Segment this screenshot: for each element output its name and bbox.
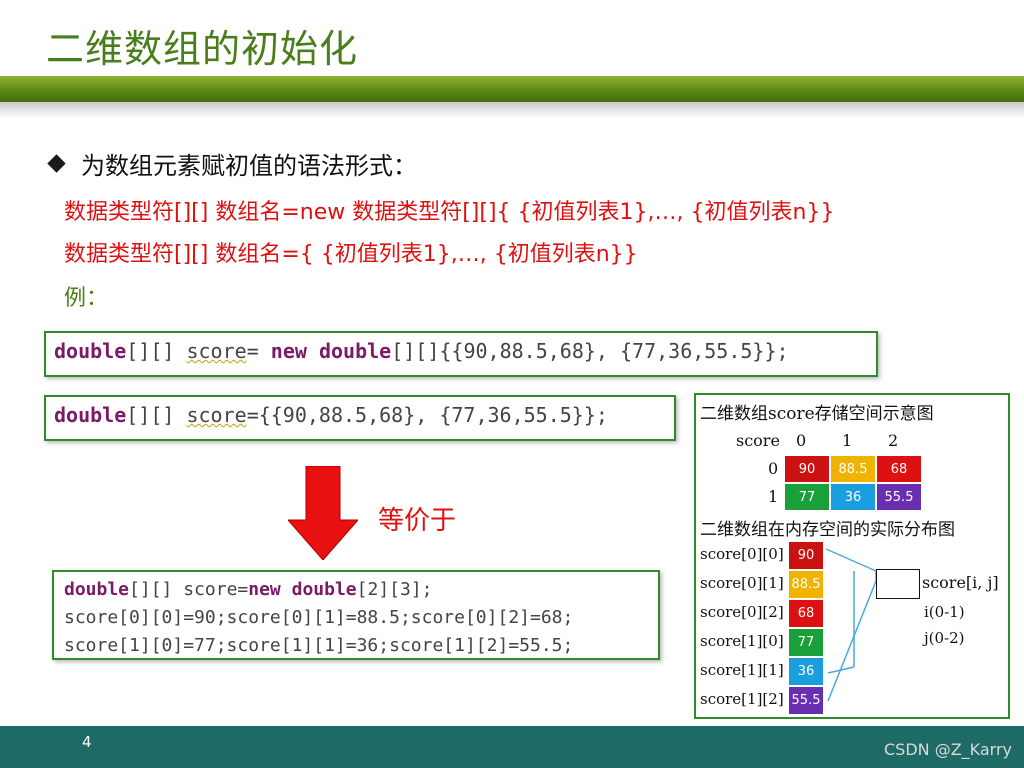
memory-label: score[1][0] (700, 632, 784, 650)
memory-label: score[0][1] (700, 574, 784, 592)
code-text: [][]{{90,88.5,68}, {77,36,55.5}}; (391, 339, 789, 363)
memory-cell: 90 (788, 541, 824, 570)
memory-cell: 55.5 (788, 686, 824, 715)
code-text: [][] (126, 339, 187, 363)
memory-label: score[0][0] (700, 545, 784, 563)
code-block-literal: double[][] score={{90,88.5,68}, {77,36,5… (44, 395, 676, 441)
watermark: CSDN @Z_Karry (884, 740, 1013, 759)
row-header: 1 (768, 487, 779, 506)
code-variable: score (186, 339, 247, 363)
grid-cell: 36 (830, 483, 876, 511)
memory-cell: 36 (788, 657, 824, 686)
code-text: [2][3]; (356, 579, 433, 600)
code-block-assign: double[][] score=new double[2][3]; score[… (52, 570, 660, 660)
example-label: 例： (64, 286, 109, 311)
memory-cell: 77 (788, 628, 824, 657)
code-keyword-double: double (318, 339, 392, 363)
diamond-bullet-icon (47, 154, 66, 173)
col-header: 0 (796, 431, 807, 450)
memory-cell: 68 (788, 599, 824, 628)
row-header: 0 (768, 459, 779, 478)
slide-title: 二维数组的初始化 (46, 27, 359, 71)
code-block-new: double[][] score= new double[][]{{90,88.… (44, 331, 878, 377)
memory-label: score[0][2] (700, 603, 784, 621)
title-band-shadow (0, 102, 1024, 118)
code-keyword-double: double (54, 403, 127, 427)
memory-label: score[1][1] (700, 661, 784, 679)
code-keyword-double: double (64, 579, 130, 600)
code-line-1: double[][] score=new double[2][3]; (64, 576, 658, 604)
legend-label: score[i, j] (922, 573, 999, 592)
grid-cell: 90 (784, 455, 830, 483)
code-variable: score (186, 403, 247, 427)
memory-bracket-lines (825, 548, 877, 702)
code-text: = (246, 339, 271, 363)
grid-corner-label: score (736, 431, 780, 450)
footer-bar (0, 726, 1024, 768)
equivalent-label: 等价于 (378, 506, 457, 536)
page-number: 4 (82, 733, 92, 751)
code-text: [][] (126, 403, 187, 427)
grid-cell: 77 (784, 483, 830, 511)
down-arrow-icon (288, 466, 358, 560)
grid-cell: 55.5 (876, 483, 922, 511)
syntax-line-2: 数据类型符[][] 数组名={ {初值列表1},…, {初值列表n}} (64, 242, 638, 267)
memory-label: score[1][2] (700, 690, 784, 708)
diagram-heading-storage: 二维数组score存储空间示意图 (700, 404, 934, 424)
col-header: 1 (842, 431, 853, 450)
legend-cell (876, 569, 920, 599)
diagram-heading-memory: 二维数组在内存空间的实际分布图 (700, 520, 955, 540)
syntax-line-1: 数据类型符[][] 数组名=new 数据类型符[][]{ {初值列表1},…, … (64, 200, 835, 225)
code-line-2: score[0][0]=90;score[0][1]=88.5;score[0]… (64, 607, 574, 628)
code-keyword-new: new (270, 339, 307, 363)
code-keyword-double: double (54, 339, 127, 363)
bullet-text: 为数组元素赋初值的语法形式： (81, 152, 417, 180)
title-band (0, 76, 1024, 102)
code-keyword-new: new (248, 579, 281, 600)
col-header: 2 (888, 431, 899, 450)
legend-j-range: j(0-2) (924, 629, 965, 647)
bullet-point: 为数组元素赋初值的语法形式： (46, 146, 417, 181)
code-text: [][] score= (129, 579, 249, 600)
storage-diagram: 二维数组score存储空间示意图 score 0 1 2 0 1 90 88.5 6… (694, 393, 1010, 719)
legend-i-range: i(0-1) (924, 603, 965, 621)
memory-cell: 88.5 (788, 570, 824, 599)
code-line-3: score[1][0]=77;score[1][1]=36;score[1][2… (64, 635, 574, 656)
grid-cell: 68 (876, 455, 922, 483)
code-keyword-double: double (291, 579, 357, 600)
grid-cell: 88.5 (830, 455, 876, 483)
code-text: ={{90,88.5,68}, {77,36,55.5}}; (246, 403, 608, 427)
